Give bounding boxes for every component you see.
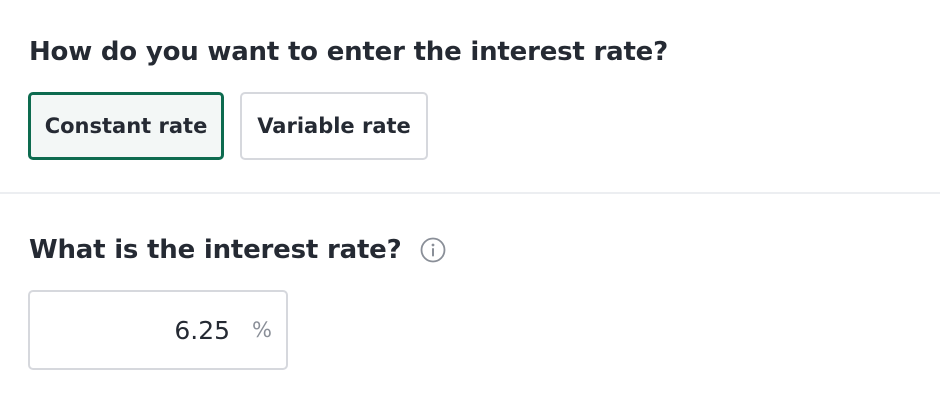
section-divider — [0, 192, 940, 194]
constant-rate-button[interactable]: Constant rate — [28, 92, 224, 160]
interest-rate-form: How do you want to enter the interest ra… — [0, 0, 940, 400]
rate-type-selector: Constant rate Variable rate — [28, 92, 428, 160]
interest-rate-field: % — [28, 290, 288, 370]
info-circle-icon[interactable] — [420, 237, 446, 263]
interest-rate-input[interactable] — [80, 315, 231, 345]
interest-rate-question-row: What is the interest rate? — [29, 233, 446, 267]
variable-rate-button[interactable]: Variable rate — [240, 92, 428, 160]
interest-rate-question: What is the interest rate? — [29, 235, 402, 265]
percent-unit-label: % — [252, 318, 272, 342]
rate-type-question: How do you want to enter the interest ra… — [29, 37, 669, 67]
